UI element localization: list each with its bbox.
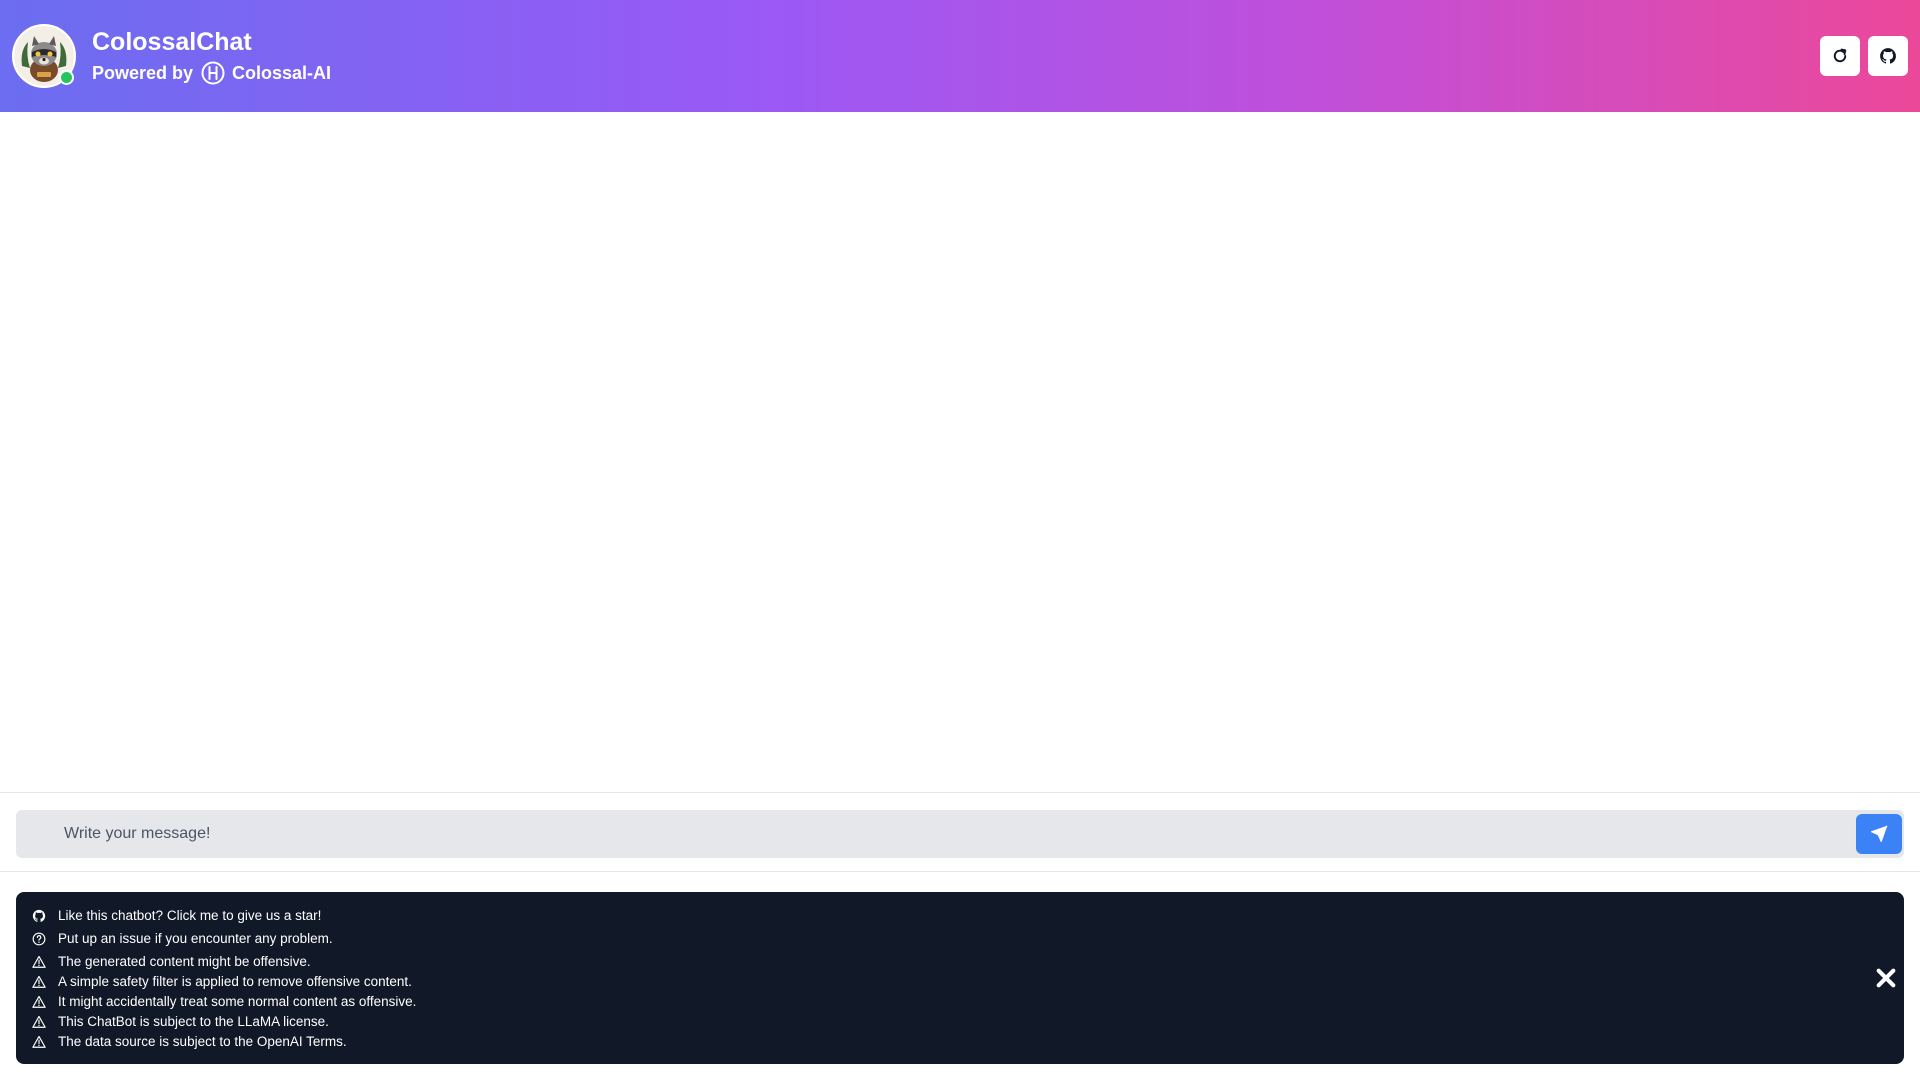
composer-divider-bottom — [0, 871, 1920, 872]
notice-item-warning: It might accidentally treat some normal … — [32, 992, 1904, 1012]
send-button[interactable] — [1856, 814, 1902, 854]
notice-text: The data source is subject to the OpenAI… — [58, 1034, 347, 1049]
notice-text: This ChatBot is subject to the LLaMA lic… — [58, 1014, 329, 1029]
bot-avatar — [12, 24, 76, 88]
github-button[interactable] — [1868, 36, 1908, 76]
chat-messages-area[interactable] — [0, 112, 1920, 792]
notice-text: The generated content might be offensive… — [58, 954, 311, 969]
notice-item-star[interactable]: Like this chatbot? Click me to give us a… — [32, 906, 1904, 926]
notice-item-warning: The generated content might be offensive… — [32, 952, 1904, 972]
app-title: ColossalChat — [92, 28, 252, 56]
notice-item-warning: The data source is subject to the OpenAI… — [32, 1032, 1904, 1052]
close-icon — [1876, 968, 1896, 988]
title-block: ColossalChat Powered by Colossal-AI — [92, 26, 331, 86]
message-composer — [16, 810, 1904, 858]
colossal-ai-logo-icon — [201, 61, 225, 85]
warning-triangle-icon — [32, 975, 46, 988]
online-status-dot — [59, 70, 74, 85]
report-issue-link[interactable]: Put up an issue if you encounter any pro… — [58, 929, 333, 949]
composer-divider-top — [0, 792, 1920, 793]
refresh-icon — [1833, 48, 1847, 63]
notice-text: A simple safety filter is applied to rem… — [58, 974, 412, 989]
github-icon — [1880, 48, 1896, 64]
star-repo-link[interactable]: Like this chatbot? Click me to give us a… — [58, 906, 321, 926]
warning-triangle-icon — [32, 955, 46, 968]
close-notice-button[interactable] — [1868, 960, 1904, 996]
notice-item-issue[interactable]: Put up an issue if you encounter any pro… — [32, 929, 1904, 949]
header-bar: ColossalChat Powered by Colossal-AI — [0, 0, 1920, 112]
github-icon — [32, 909, 46, 922]
message-input[interactable] — [16, 810, 1856, 858]
warning-triangle-icon — [32, 1035, 46, 1048]
paper-plane-icon — [1870, 825, 1888, 843]
notice-item-warning: A simple safety filter is applied to rem… — [32, 972, 1904, 992]
powered-by-line: Powered by Colossal-AI — [92, 60, 331, 86]
notice-item-warning: This ChatBot is subject to the LLaMA lic… — [32, 1012, 1904, 1032]
disclaimer-panel: Like this chatbot? Click me to give us a… — [16, 892, 1904, 1064]
warning-triangle-icon — [32, 995, 46, 1008]
notice-text: It might accidentally treat some normal … — [58, 994, 417, 1009]
org-name: Colossal-AI — [232, 63, 332, 83]
app-root: ColossalChat Powered by Colossal-AI Writ… — [0, 0, 1920, 1080]
powered-by-label: Powered by — [92, 63, 194, 83]
warning-triangle-icon — [32, 1015, 46, 1028]
refresh-button[interactable] — [1820, 36, 1860, 76]
question-circle-icon — [32, 932, 46, 946]
